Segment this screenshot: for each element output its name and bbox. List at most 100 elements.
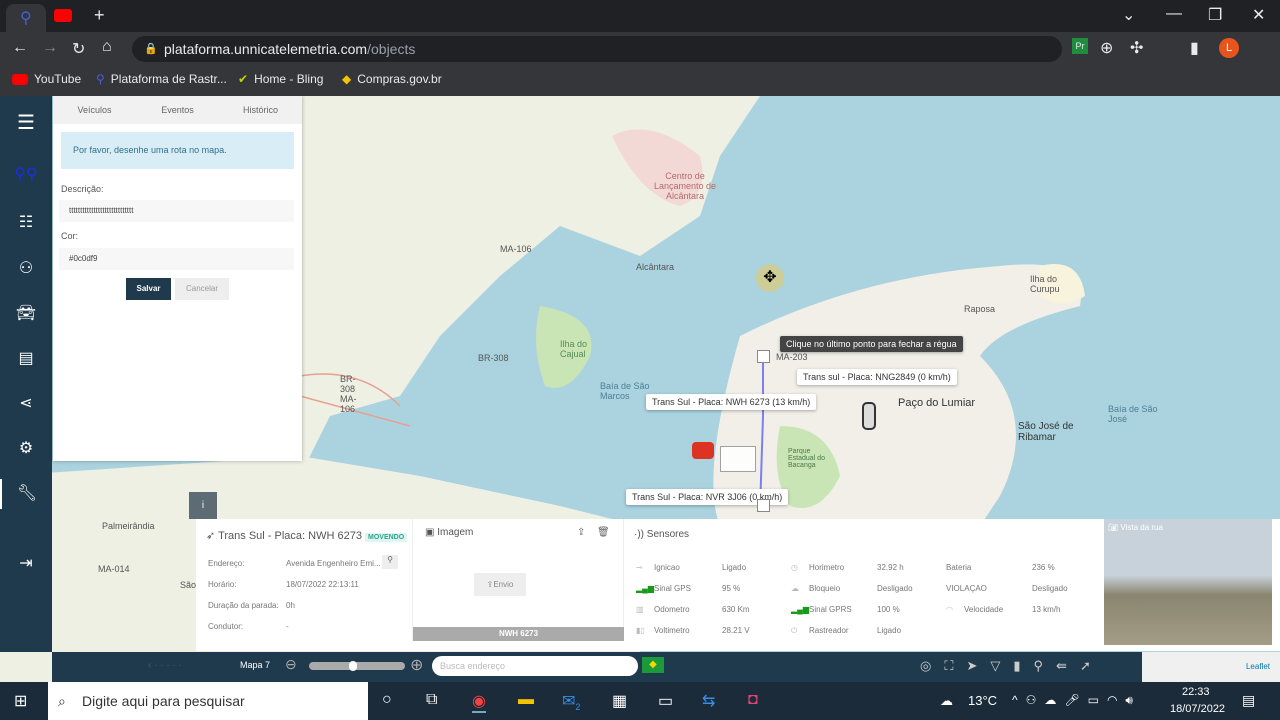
weather-icon[interactable]: ☁ [940, 693, 953, 709]
logout-icon[interactable]: ⇥ [0, 549, 52, 579]
battery-icon: ▮▯ [636, 626, 645, 635]
extension-pr-icon[interactable]: Pr [1072, 38, 1088, 54]
task-view-icon[interactable]: ⧉ [426, 691, 437, 709]
field-label: Horário: [208, 580, 237, 589]
tab-platform[interactable]: ⚲ [6, 4, 46, 32]
teamviewer-icon[interactable]: ⇆ [702, 691, 715, 711]
tab-search-icon[interactable]: ⌄ [1122, 5, 1135, 25]
vehicle-tooltip: Trans Sul - Placa: NWH 6273 (13 km/h) [646, 394, 817, 410]
user-icon[interactable]: ⚇ [0, 254, 52, 284]
navigate-icon[interactable]: ➤ [966, 658, 990, 673]
fullscreen-icon[interactable]: ⛶ [944, 658, 966, 673]
zoom-in-icon[interactable]: ⊕ [410, 655, 423, 675]
map-tools[interactable]: ◎⛶➤▽▮⚲⇚➚ [920, 658, 1104, 674]
report-icon[interactable]: ▤ [0, 344, 52, 374]
temperature[interactable]: 13°C [968, 693, 997, 708]
poi-icon[interactable]: ▮ [1013, 658, 1033, 673]
windows-taskbar: ⊞ ⌕ Digite aqui para pesquisar ○ ⧉ ◉ ▬ ✉2… [0, 682, 1280, 720]
trash-icon[interactable]: 🗑︎ [597, 527, 610, 538]
list-icon[interactable]: ☷ [0, 208, 52, 238]
map-pin-icon: ⚲ [20, 10, 32, 27]
extension-plus-icon[interactable]: ⊕ [1100, 38, 1113, 58]
map-pins-icon[interactable]: ⚲⚲ [0, 160, 52, 190]
calculator-icon[interactable]: ▦ [612, 691, 627, 711]
driver-value: - [286, 622, 289, 631]
forward-icon[interactable]: → [42, 39, 58, 57]
route-list-icon[interactable]: ⇚ [1056, 658, 1080, 673]
windows-start-icon[interactable]: ⊞ [14, 691, 27, 711]
leaflet-link[interactable]: Leaflet [1246, 662, 1270, 671]
maximize-button[interactable]: ❐ [1208, 5, 1222, 25]
clock-date[interactable]: 18/07/2022 [1170, 703, 1225, 715]
bookmark-bling[interactable]: ✔ Home - Bling [238, 72, 323, 86]
tab-eventos[interactable]: Eventos [136, 96, 219, 124]
instagram-icon[interactable]: ◘ [748, 691, 758, 709]
profile-avatar[interactable]: L [1219, 38, 1239, 58]
map-label: BR-308 [478, 353, 509, 363]
save-button[interactable]: Salvar [126, 278, 171, 300]
sensors-title: Sensores [646, 529, 690, 540]
extensions-icon[interactable]: ✣ [1130, 38, 1143, 58]
minimize-button[interactable]: — [1166, 5, 1182, 23]
side-nav: ☰ ⚲⚲ ☷ ⚇ 🚘︎ ▤ ⋖ ⚙ 🔧︎ ⇥ [0, 96, 52, 652]
bookmark-compras[interactable]: ◆ Compras.gov.br [342, 72, 442, 86]
clock-time[interactable]: 22:33 [1182, 686, 1210, 698]
field-label: Condutor: [208, 622, 244, 631]
zoom-slider-handle[interactable] [349, 661, 357, 671]
notifications-icon[interactable]: ▤ [1242, 692, 1255, 709]
description-input[interactable]: ttttttttttttttttttttttttttttt [59, 200, 294, 222]
info-toggle-button[interactable]: i [189, 492, 217, 519]
taskbar-search[interactable]: ⌕ Digite aqui para pesquisar [48, 682, 368, 720]
street-view[interactable]: 📷︎ Vista da rua [1104, 519, 1272, 645]
cortana-icon[interactable]: ○ [382, 691, 392, 709]
home-icon[interactable]: ⌂ [102, 38, 112, 56]
gear-icon[interactable]: ⚙ [0, 434, 52, 464]
cancel-button[interactable]: Cancelar [175, 278, 229, 300]
tab-historico[interactable]: Histórico [219, 96, 302, 124]
vehicle-marker-nvr3j06[interactable] [757, 499, 770, 512]
upload-button[interactable]: ⇪Envio [474, 573, 526, 596]
sensor-value: 100 % [877, 605, 900, 614]
map-selector[interactable]: Mapa 7 [240, 660, 270, 670]
share-icon[interactable]: ⋖ [0, 389, 52, 419]
back-icon[interactable]: ← [12, 39, 28, 57]
vehicle-marker-nwh6273[interactable] [692, 442, 714, 459]
close-button[interactable]: ✕ [1252, 5, 1265, 25]
ruler-point[interactable] [757, 350, 770, 363]
zoom-slider[interactable] [309, 661, 405, 671]
upload-icon[interactable]: ⇪ [577, 527, 585, 538]
address-bar[interactable]: 🔒 plataforma.unnicatelemetria.com/objects [132, 36, 1062, 62]
locate-pin-icon[interactable]: ⚲ [382, 555, 398, 569]
tab-veiculos[interactable]: Veículos [53, 96, 136, 124]
system-tray-icons[interactable]: ^⚇☁🎤︎▭◠🔊︎ [1012, 693, 1141, 708]
bookmark-label: Compras.gov.br [357, 72, 442, 86]
remote-desktop-icon[interactable]: ▭ [658, 691, 673, 711]
pin-icon[interactable]: ⚲ [1034, 658, 1057, 673]
address-search-input[interactable]: Busca endereço [432, 656, 638, 676]
ruler-points[interactable] [720, 446, 756, 472]
youtube-tab[interactable] [54, 9, 72, 22]
mail-icon[interactable]: ✉2 [562, 691, 580, 712]
wrench-icon[interactable]: 🔧︎ [0, 479, 52, 509]
vehicle-marker-nng2849[interactable] [862, 402, 876, 430]
prev-map-icon[interactable]: ‹ · · · · · [148, 660, 182, 671]
bookmark-plataforma[interactable]: ⚲ Plataforma de Rastr... [96, 72, 227, 86]
bookmark-youtube[interactable]: YouTube [12, 72, 81, 86]
ruler-icon[interactable]: ➚ [1080, 658, 1104, 673]
reload-icon[interactable]: ↻ [72, 39, 85, 59]
layers-icon[interactable]: ◎ [920, 658, 944, 673]
car-icon[interactable]: 🚘︎ [0, 299, 52, 329]
map-label: Raposa [964, 304, 996, 314]
attribution-bar: Leaflet [1142, 652, 1280, 682]
brazil-flag-icon[interactable]: ◆ [642, 657, 664, 673]
field-label: Endereço: [208, 559, 245, 568]
sidepanel-icon[interactable]: ▮ [1190, 38, 1199, 58]
street-view-label: Vista da rua [1120, 523, 1163, 532]
color-input[interactable]: #0c0df9 [59, 248, 294, 270]
chrome-icon[interactable]: ◉ [472, 691, 486, 713]
filter-icon[interactable]: ▽ [990, 658, 1013, 673]
zoom-out-icon[interactable]: ⊖ [285, 656, 297, 673]
file-explorer-icon[interactable]: ▬ [518, 691, 534, 709]
menu-icon[interactable]: ☰ [0, 108, 52, 138]
new-tab-button[interactable]: + [94, 5, 105, 26]
